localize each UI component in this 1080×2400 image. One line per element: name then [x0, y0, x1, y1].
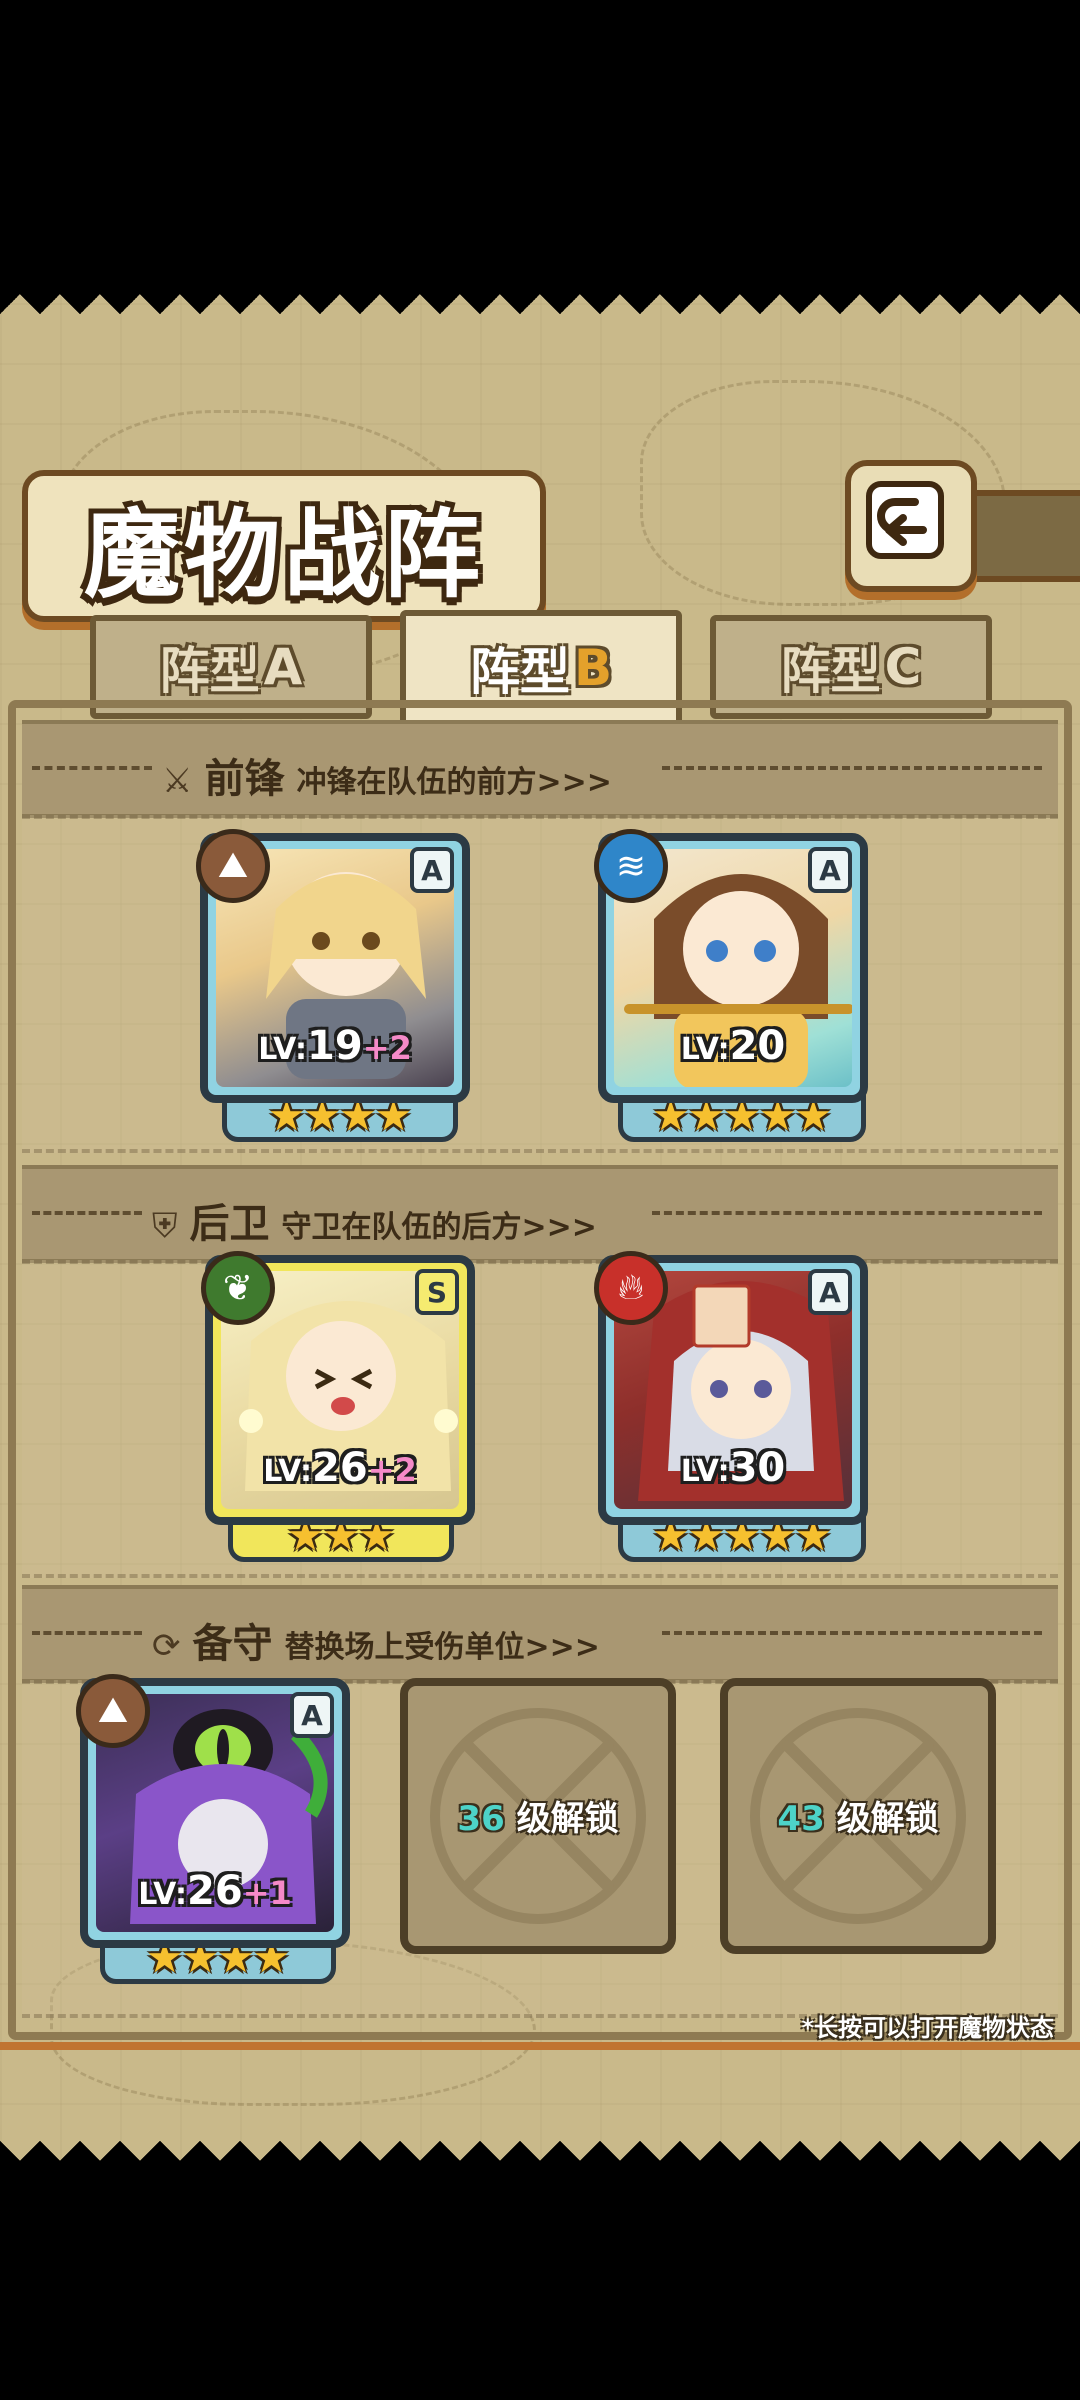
page-title: 魔物战阵 — [84, 498, 484, 611]
unlock-requirement: 36 级解锁 — [457, 1799, 619, 1839]
monster-card-back-2[interactable]: A 🔥︎ LV:30 — [594, 1251, 868, 1525]
earth-element-icon: ⛰ — [196, 829, 270, 903]
back-arrow-icon — [866, 481, 944, 559]
tab-label: 阵型 — [159, 642, 260, 700]
section-title: 前锋 — [204, 756, 285, 802]
divider — [32, 766, 152, 770]
tab-letter: A — [263, 638, 303, 696]
rank-badge: A — [290, 1692, 334, 1738]
back-button[interactable] — [845, 460, 977, 592]
sword-icon: ⚔ — [162, 761, 193, 801]
tab-label: 阵型 — [780, 642, 881, 700]
water-element-icon: ≋ — [594, 829, 668, 903]
tab-label: 阵型 — [469, 643, 570, 701]
divider — [32, 1631, 142, 1635]
shield-icon: ⛨ — [152, 1206, 178, 1246]
unlock-requirement: 43 级解锁 — [777, 1799, 939, 1839]
title-plate: 魔物战阵 — [22, 470, 546, 622]
section-subtitle: 冲锋在队伍的前方>>> — [296, 765, 612, 800]
locked-slot-2[interactable]: 43 级解锁 — [720, 1678, 996, 1954]
torn-edge-bottom — [0, 2125, 1080, 2165]
earth-element-icon: ⛰ — [76, 1674, 150, 1748]
monster-card-reserve-1[interactable]: A ⛰ LV:26+1 — [76, 1674, 350, 1948]
section-title: 备守 — [192, 1621, 273, 1667]
tab-letter: B — [573, 639, 613, 697]
leaf-element-icon: ❦ — [201, 1251, 275, 1325]
back-row — [22, 1260, 1058, 1578]
level-label: LV:20 — [680, 1023, 786, 1069]
section-header-back: ⛨ 后卫 守卫在队伍的后方>>> — [22, 1165, 1058, 1263]
monster-card-front-1[interactable]: A ⛰ LV:19+2 — [196, 829, 470, 1103]
monster-card-front-2[interactable]: A ≋ LV:20 — [594, 829, 868, 1103]
section-header-front: ⚔ 前锋 冲锋在队伍的前方>>> — [22, 720, 1058, 818]
divider — [662, 766, 1042, 770]
rank-badge: A — [808, 1269, 852, 1315]
long-press-hint: *长按可以打开魔物状态 — [801, 2014, 1054, 2042]
tab-letter: C — [884, 638, 922, 696]
divider — [652, 1211, 1042, 1215]
level-label: LV:26+2 — [263, 1445, 417, 1491]
level-label: LV:30 — [680, 1445, 786, 1491]
level-label: LV:26+1 — [138, 1868, 292, 1914]
header-strip — [965, 490, 1080, 582]
divider — [662, 1631, 1042, 1635]
fire-element-icon: 🔥︎ — [594, 1251, 668, 1325]
section-subtitle: 替换场上受伤单位>>> — [284, 1630, 600, 1665]
level-label: LV:19+2 — [258, 1023, 412, 1069]
section-header-reserve: ⟳ 备守 替换场上受伤单位>>> — [22, 1585, 1058, 1683]
rank-badge: A — [808, 847, 852, 893]
monster-card-back-1[interactable]: S ❦ LV:26+2 — [201, 1251, 475, 1525]
locked-slot-1[interactable]: 36 级解锁 — [400, 1678, 676, 1954]
section-subtitle: 守卫在队伍的后方>>> — [281, 1210, 597, 1245]
swap-icon: ⟳ — [152, 1626, 181, 1666]
front-row — [22, 815, 1058, 1153]
rank-badge: S — [415, 1269, 459, 1315]
bottom-divider — [0, 2042, 1080, 2050]
divider — [32, 1211, 142, 1215]
rank-badge: A — [410, 847, 454, 893]
section-title: 后卫 — [189, 1201, 270, 1247]
torn-edge-top — [0, 290, 1080, 330]
